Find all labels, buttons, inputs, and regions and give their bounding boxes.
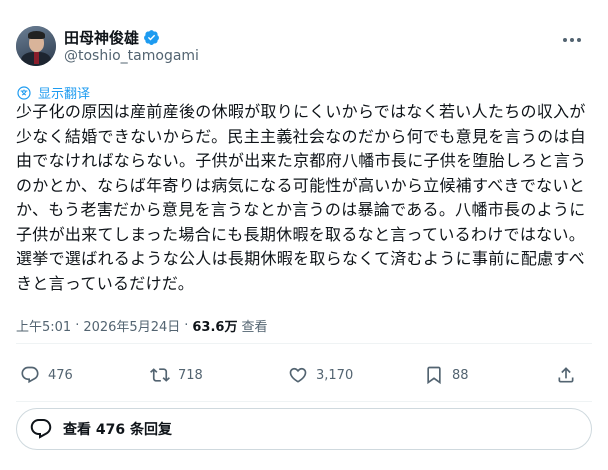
- share-icon: [558, 367, 574, 383]
- bookmark-count: 88: [452, 367, 469, 383]
- views-count: 63.6万: [192, 320, 238, 335]
- divider: [16, 401, 592, 402]
- verified-badge-icon: [144, 30, 159, 45]
- heart-icon: [289, 367, 307, 383]
- author-display-name[interactable]: 田母神俊雄: [64, 27, 139, 48]
- author-name-row: 田母神俊雄: [64, 27, 160, 48]
- action-bar: 476 718 3,170 88: [16, 360, 592, 390]
- share-button[interactable]: [556, 360, 584, 390]
- meta-separator: ·: [184, 318, 189, 333]
- translate-icon: [17, 85, 31, 100]
- like-count: 3,170: [316, 367, 354, 383]
- reply-button[interactable]: 476: [20, 360, 73, 390]
- tweet-date[interactable]: 2026年5月24日: [83, 316, 180, 335]
- meta-separator: ·: [75, 318, 80, 333]
- retweet-icon: [150, 368, 170, 382]
- divider: [16, 343, 592, 344]
- bookmark-icon: [427, 366, 441, 385]
- tweet-meta: 上午5:01 · 2026年5月24日 · 63.6万 查看: [16, 316, 267, 335]
- view-replies-label: 查看 476 条回复: [63, 422, 172, 438]
- like-button[interactable]: 3,170: [288, 360, 353, 390]
- views-label: 查看: [241, 320, 268, 335]
- author-handle[interactable]: @toshio_tamogami: [64, 48, 199, 64]
- avatar[interactable]: [16, 26, 56, 66]
- tweet-time[interactable]: 上午5:01: [16, 316, 71, 335]
- retweet-count: 718: [178, 367, 203, 383]
- reply-count: 476: [48, 367, 73, 383]
- tweet-header: 田母神俊雄 @toshio_tamogami: [0, 0, 608, 80]
- view-replies-button[interactable]: 查看 476 条回复: [16, 408, 592, 450]
- chat-bubble-icon: [30, 419, 52, 439]
- bookmark-button[interactable]: 88: [424, 360, 469, 390]
- retweet-button[interactable]: 718: [150, 360, 203, 390]
- more-icon[interactable]: [560, 30, 584, 50]
- tweet-text: 少子化の原因は産前産後の休暇が取りにくいからではなく若い人たちの収入が少なく結婚…: [16, 102, 587, 293]
- reply-icon: [21, 366, 39, 384]
